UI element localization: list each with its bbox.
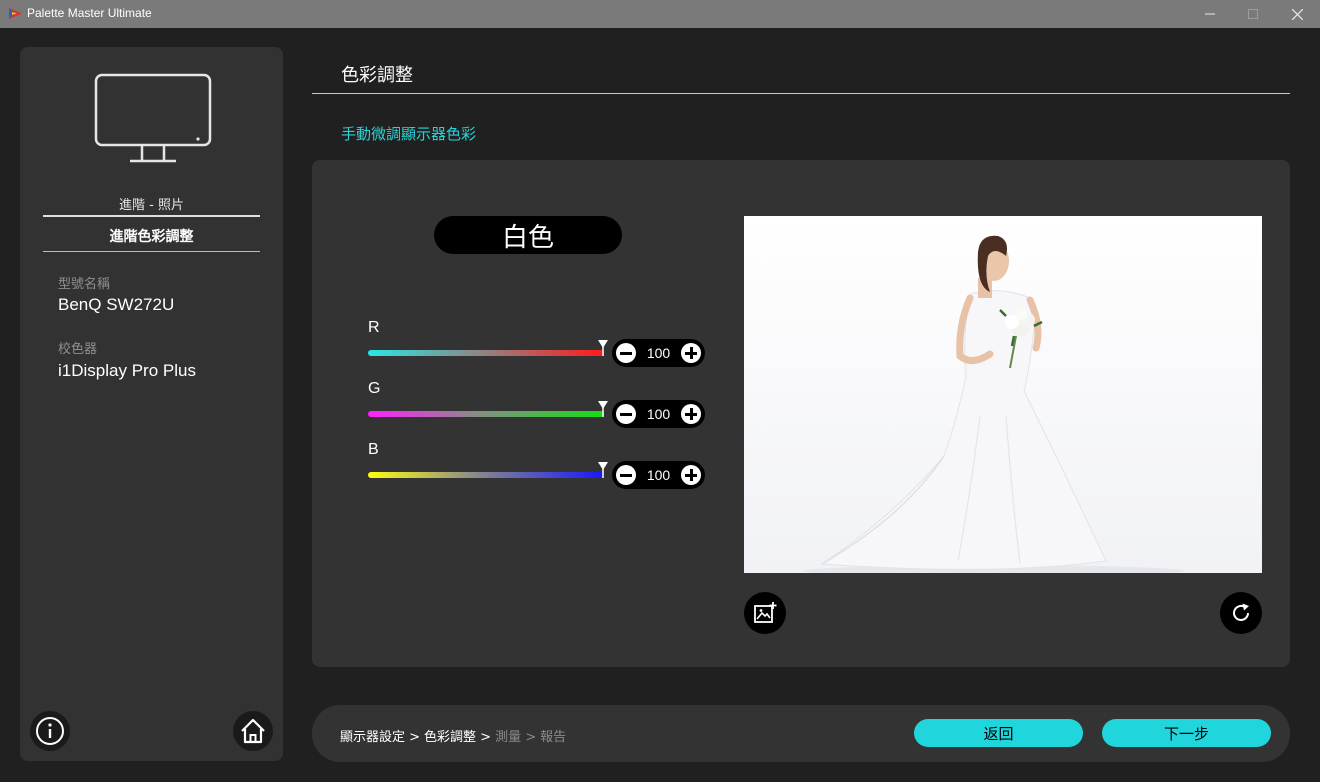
breadcrumb-item-display-settings: 顯示器設定 > <box>340 730 421 745</box>
slider-thumb-b[interactable] <box>598 462 608 478</box>
calibrator-value: i1Display Pro Plus <box>58 361 196 380</box>
section-title: 手動微調顯示器色彩 <box>341 125 477 143</box>
value-g: 100 <box>646 406 671 422</box>
maximize-button[interactable] <box>1231 0 1275 28</box>
decrement-b-button[interactable] <box>616 465 636 485</box>
maximize-icon <box>1248 9 1258 19</box>
breadcrumb-item-measure: 測量 > <box>495 730 537 745</box>
breadcrumb-item-report: 報告 <box>540 730 567 745</box>
title-bar: Palette Master Ultimate <box>0 0 1320 28</box>
breadcrumb: 顯示器設定 > 色彩調整 > 測量 > 報告 <box>340 726 566 745</box>
value-b: 100 <box>646 467 671 483</box>
channel-label-b: B <box>368 441 379 458</box>
change-image-button[interactable] <box>744 592 786 634</box>
decrement-r-button[interactable] <box>616 343 636 363</box>
info-button[interactable] <box>30 711 70 751</box>
next-button[interactable]: 下一步 <box>1102 719 1271 747</box>
page-title: 色彩調整 <box>341 65 413 86</box>
target-color-label: 白色 <box>434 216 622 254</box>
increment-r-button[interactable] <box>681 343 701 363</box>
close-button[interactable] <box>1275 0 1319 28</box>
reset-button[interactable] <box>1220 592 1262 634</box>
slider-r[interactable] <box>368 350 604 356</box>
color-adjust-panel: 白色 R 100 G 100 B 100 <box>312 160 1290 667</box>
model-name-value: BenQ SW272U <box>58 295 175 314</box>
breadcrumb-item-color-adjust: 色彩調整 > <box>424 730 492 745</box>
stepper-g: 100 <box>612 400 705 428</box>
reset-icon <box>1233 603 1249 621</box>
slider-g[interactable] <box>368 411 604 417</box>
preview-image <box>744 216 1262 573</box>
slider-thumb-g[interactable] <box>598 401 608 417</box>
back-button[interactable]: 返回 <box>914 719 1083 747</box>
divider <box>43 215 260 217</box>
window-title: Palette Master Ultimate <box>27 6 152 20</box>
home-button[interactable] <box>233 711 273 751</box>
divider <box>312 93 1290 94</box>
calibrator-label: 校色器 <box>58 342 98 357</box>
close-icon <box>1291 8 1303 20</box>
divider <box>43 251 260 252</box>
slider-b[interactable] <box>368 472 604 478</box>
footer-bar: 顯示器設定 > 色彩調整 > 測量 > 報告 返回 下一步 <box>312 705 1290 762</box>
slider-thumb-r[interactable] <box>598 340 608 356</box>
current-step-label: 進階色彩調整 <box>109 229 194 245</box>
change-image-icon <box>754 602 777 623</box>
increment-b-button[interactable] <box>681 465 701 485</box>
monitor-icon <box>94 73 212 163</box>
app-logo-icon <box>9 8 22 19</box>
home-icon <box>241 718 265 744</box>
info-icon <box>36 717 64 745</box>
mode-label: 進階 - 照片 <box>119 198 184 213</box>
minimize-button[interactable] <box>1188 0 1232 28</box>
minimize-icon <box>1205 13 1215 15</box>
channel-label-g: G <box>368 380 381 397</box>
increment-g-button[interactable] <box>681 404 701 424</box>
model-name-label: 型號名稱 <box>58 277 111 292</box>
channel-label-r: R <box>368 319 380 336</box>
bride-photo <box>804 235 1184 573</box>
decrement-g-button[interactable] <box>616 404 636 424</box>
stepper-b: 100 <box>612 461 705 489</box>
stepper-r: 100 <box>612 339 705 367</box>
value-r: 100 <box>646 345 671 361</box>
sidebar: 進階 - 照片 進階色彩調整 型號名稱 BenQ SW272U 校色器 i1Di… <box>20 47 283 761</box>
